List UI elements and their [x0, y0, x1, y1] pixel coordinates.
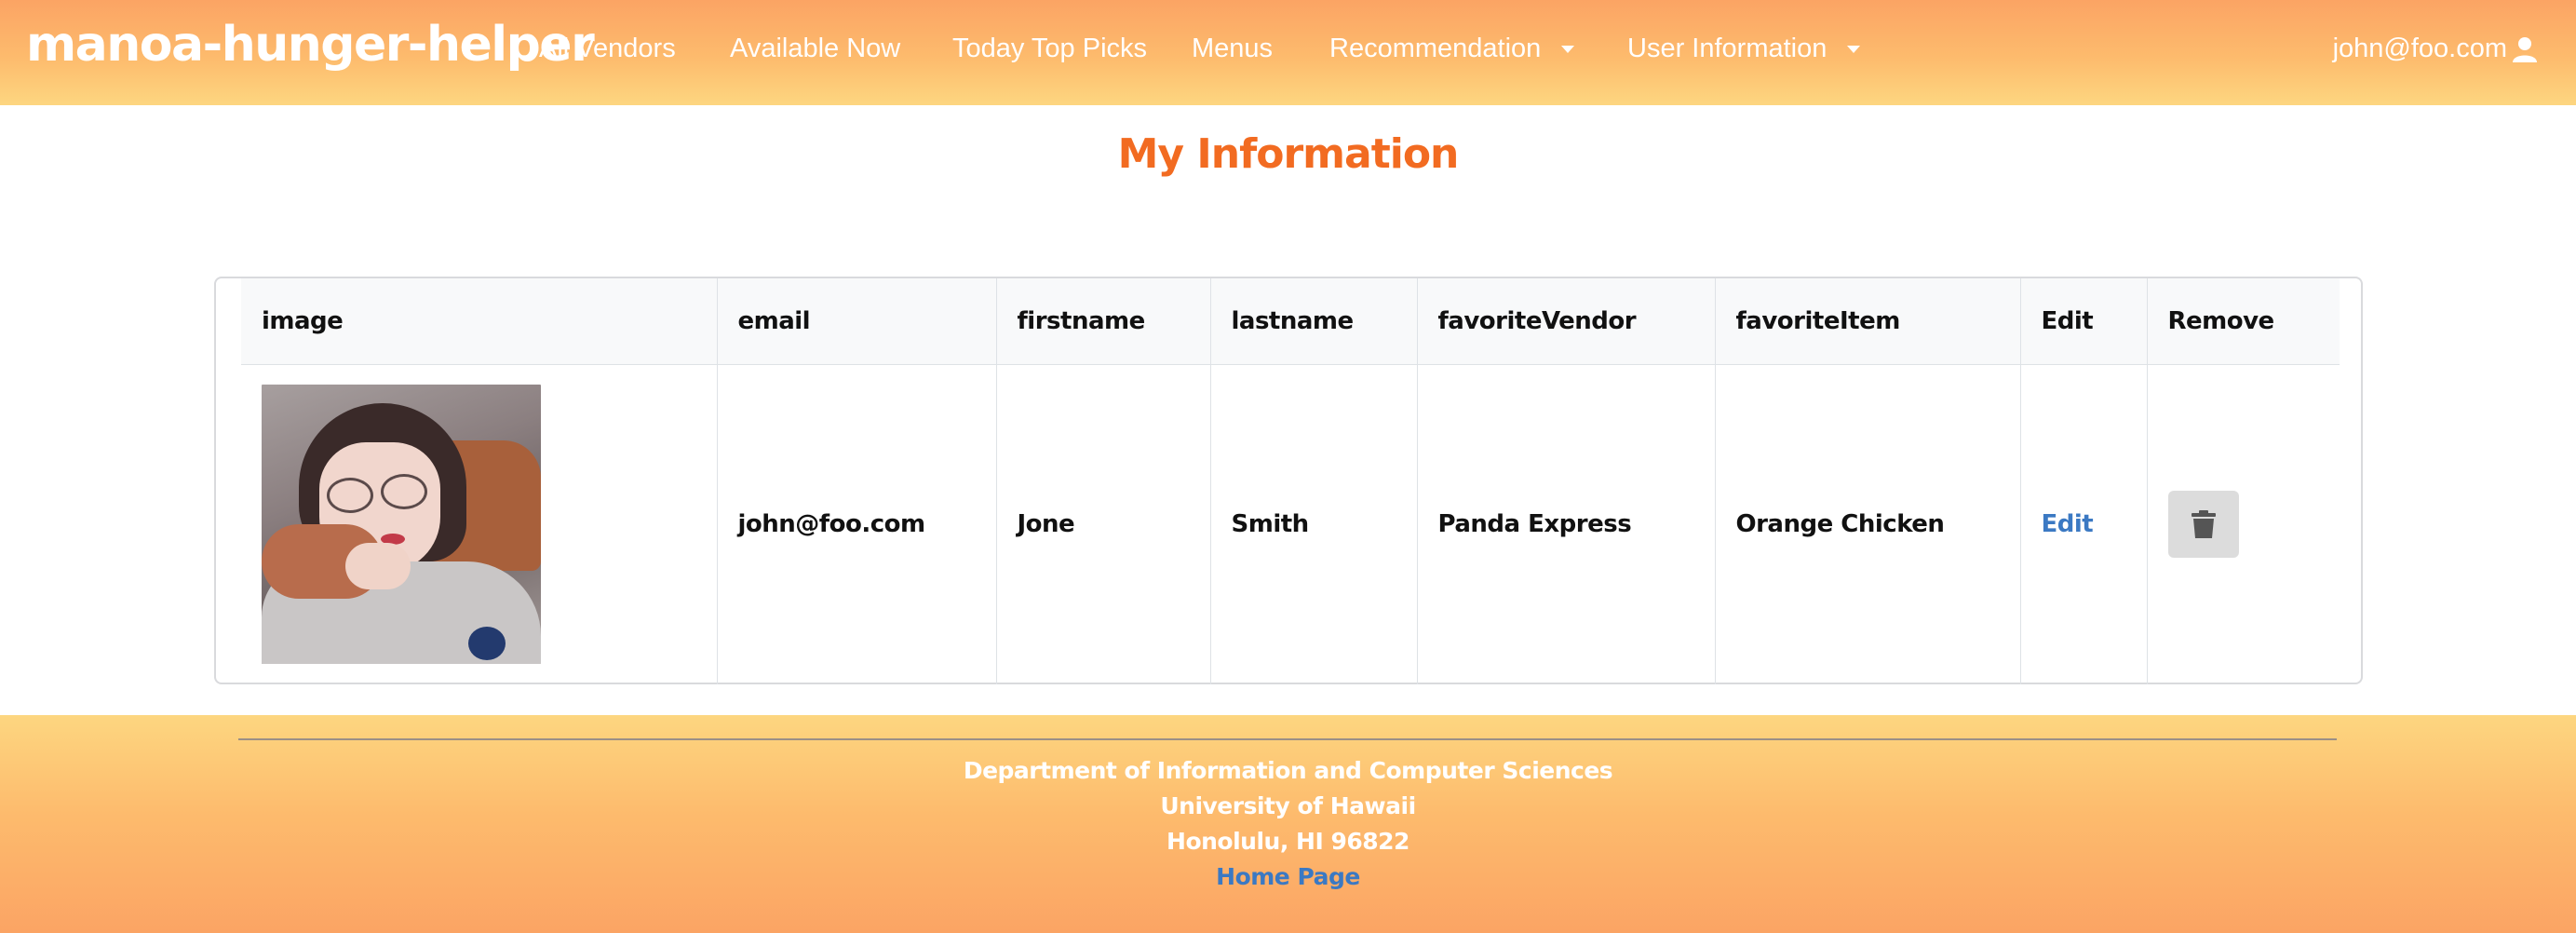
cell-lastname: Smith: [1210, 364, 1418, 684]
footer-address: Honolulu, HI 96822: [1167, 828, 1409, 855]
cell-edit: Edit: [2020, 364, 2148, 684]
cell-email: john@foo.com: [717, 364, 997, 684]
header-lastname: lastname: [1210, 278, 1418, 365]
top-navbar: manoa-hunger-helper All Vendors Availabl…: [0, 0, 2576, 105]
cell-favorite-vendor: Panda Express: [1417, 364, 1716, 684]
header-email: email: [717, 278, 997, 365]
header-remove: Remove: [2147, 278, 2340, 365]
home-page-link[interactable]: Home Page: [1216, 863, 1360, 890]
remove-button[interactable]: [2167, 491, 2239, 559]
page-title: My Information: [1117, 130, 1460, 178]
footer-home-link-row: Home Page: [0, 863, 2576, 890]
nav-recommendation-dropdown[interactable]: Recommendation: [1329, 34, 1575, 64]
footer-university: University of Hawaii: [1160, 792, 1416, 819]
header-image: image: [241, 278, 718, 365]
profile-photo: [262, 385, 541, 665]
user-email: john@foo.com: [2332, 34, 2507, 63]
cell-remove: [2147, 364, 2340, 684]
nav-all-vendors[interactable]: All Vendors: [539, 34, 676, 64]
header-favorite-item: favoriteItem: [1715, 278, 2021, 365]
user-icon: [2513, 36, 2537, 62]
nav-available-now[interactable]: Available Now: [730, 34, 900, 64]
caret-down-icon: [1847, 46, 1861, 54]
trash-icon: [2191, 510, 2216, 539]
cell-firstname: Jone: [996, 364, 1211, 684]
nav-menus[interactable]: Menus: [1192, 34, 1273, 64]
info-table: image email firstname lastname favoriteV…: [241, 278, 2340, 684]
user-account-menu[interactable]: john@foo.com: [2333, 34, 2539, 64]
caret-down-icon: [1561, 46, 1575, 54]
nav-user-information-dropdown[interactable]: User Information: [1627, 34, 1861, 64]
table-header-row: image email firstname lastname favoriteV…: [241, 278, 2340, 365]
footer-department: Department of Information and Computer S…: [963, 757, 1613, 784]
nav-recommendation-label: Recommendation: [1329, 34, 1542, 63]
brand-logo[interactable]: manoa-hunger-helper: [26, 17, 595, 73]
cell-favorite-item: Orange Chicken: [1715, 364, 2021, 684]
header-edit: Edit: [2020, 278, 2148, 365]
table-row: john@foo.com Jone Smith Panda Express Or…: [241, 364, 2340, 684]
info-table-card: image email firstname lastname favoriteV…: [214, 277, 2363, 684]
header-firstname: firstname: [996, 278, 1211, 365]
header-favorite-vendor: favoriteVendor: [1417, 278, 1716, 365]
edit-link[interactable]: Edit: [2042, 510, 2094, 538]
nav-user-information-label: User Information: [1627, 34, 1827, 63]
footer-divider: [238, 738, 2337, 740]
cell-image: [241, 364, 718, 684]
footer: Department of Information and Computer S…: [0, 715, 2576, 933]
nav-today-top-picks[interactable]: Today Top Picks: [952, 34, 1147, 64]
